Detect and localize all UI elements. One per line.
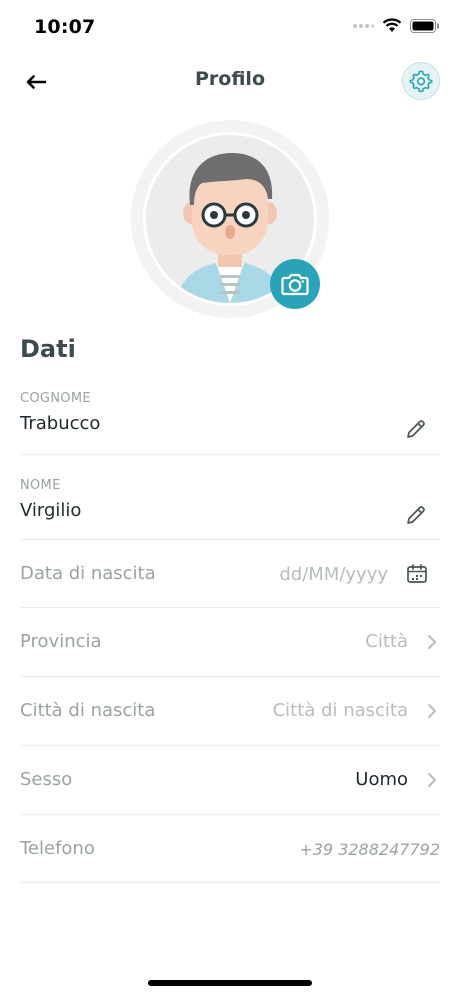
provincia-label: Provincia <box>20 631 102 652</box>
telefono-right: +39 3288247792 <box>299 840 440 859</box>
data-nascita-label: Data di nascita <box>20 563 156 584</box>
status-icons <box>352 18 440 33</box>
wifi-icon <box>382 18 402 32</box>
data-nascita-right: dd/MM/yyyy <box>279 563 428 585</box>
row-data-nascita[interactable]: Data di nascita dd/MM/yyyy <box>20 540 440 608</box>
row-provincia[interactable]: Provincia Città <box>20 608 440 677</box>
telefono-value: +39 3288247792 <box>299 840 440 859</box>
data-nascita-placeholder: dd/MM/yyyy <box>279 563 388 585</box>
telefono-label: Telefono <box>20 838 95 859</box>
home-indicator <box>148 980 312 986</box>
signal-icon <box>353 23 374 28</box>
citta-nascita-label: Città di nascita <box>20 700 156 721</box>
row-telefono[interactable]: Telefono +39 3288247792 <box>20 815 440 883</box>
battery-icon <box>410 18 439 33</box>
nav-bar: Profilo <box>0 56 460 108</box>
provincia-placeholder: Città <box>365 631 408 652</box>
status-time: 10:07 <box>34 16 96 38</box>
camera-icon <box>281 273 309 296</box>
sesso-value: Uomo <box>355 769 408 790</box>
citta-nascita-right: Città di nascita <box>273 700 438 721</box>
settings-button[interactable] <box>402 62 440 100</box>
sesso-right: Uomo <box>355 769 438 790</box>
sesso-label: Sesso <box>20 769 73 790</box>
section-title-dati: Dati <box>20 335 76 363</box>
gear-icon <box>409 70 433 93</box>
chevron-right-icon <box>426 633 438 651</box>
calendar-icon[interactable] <box>406 563 428 585</box>
chevron-right-icon <box>426 702 438 720</box>
cognome-caption: COGNOME <box>20 391 91 406</box>
pencil-icon <box>407 506 425 524</box>
nome-value: Virgilio <box>20 500 82 521</box>
nome-caption: NOME <box>20 478 61 493</box>
edit-nome-button[interactable] <box>404 503 428 527</box>
row-sesso[interactable]: Sesso Uomo <box>20 746 440 815</box>
field-nome: NOME Virgilio <box>20 472 440 540</box>
field-cognome: COGNOME Trabucco <box>20 385 440 455</box>
status-bar: 10:07 <box>0 0 460 56</box>
change-photo-button[interactable] <box>270 259 320 309</box>
cognome-value: Trabucco <box>20 413 101 434</box>
provincia-right: Città <box>365 631 438 652</box>
pencil-icon <box>407 420 425 438</box>
page-title: Profilo <box>195 68 265 90</box>
row-citta-nascita[interactable]: Città di nascita Città di nascita <box>20 677 440 746</box>
chevron-right-icon <box>426 771 438 789</box>
citta-nascita-placeholder: Città di nascita <box>272 700 408 721</box>
edit-cognome-button[interactable] <box>404 417 428 441</box>
